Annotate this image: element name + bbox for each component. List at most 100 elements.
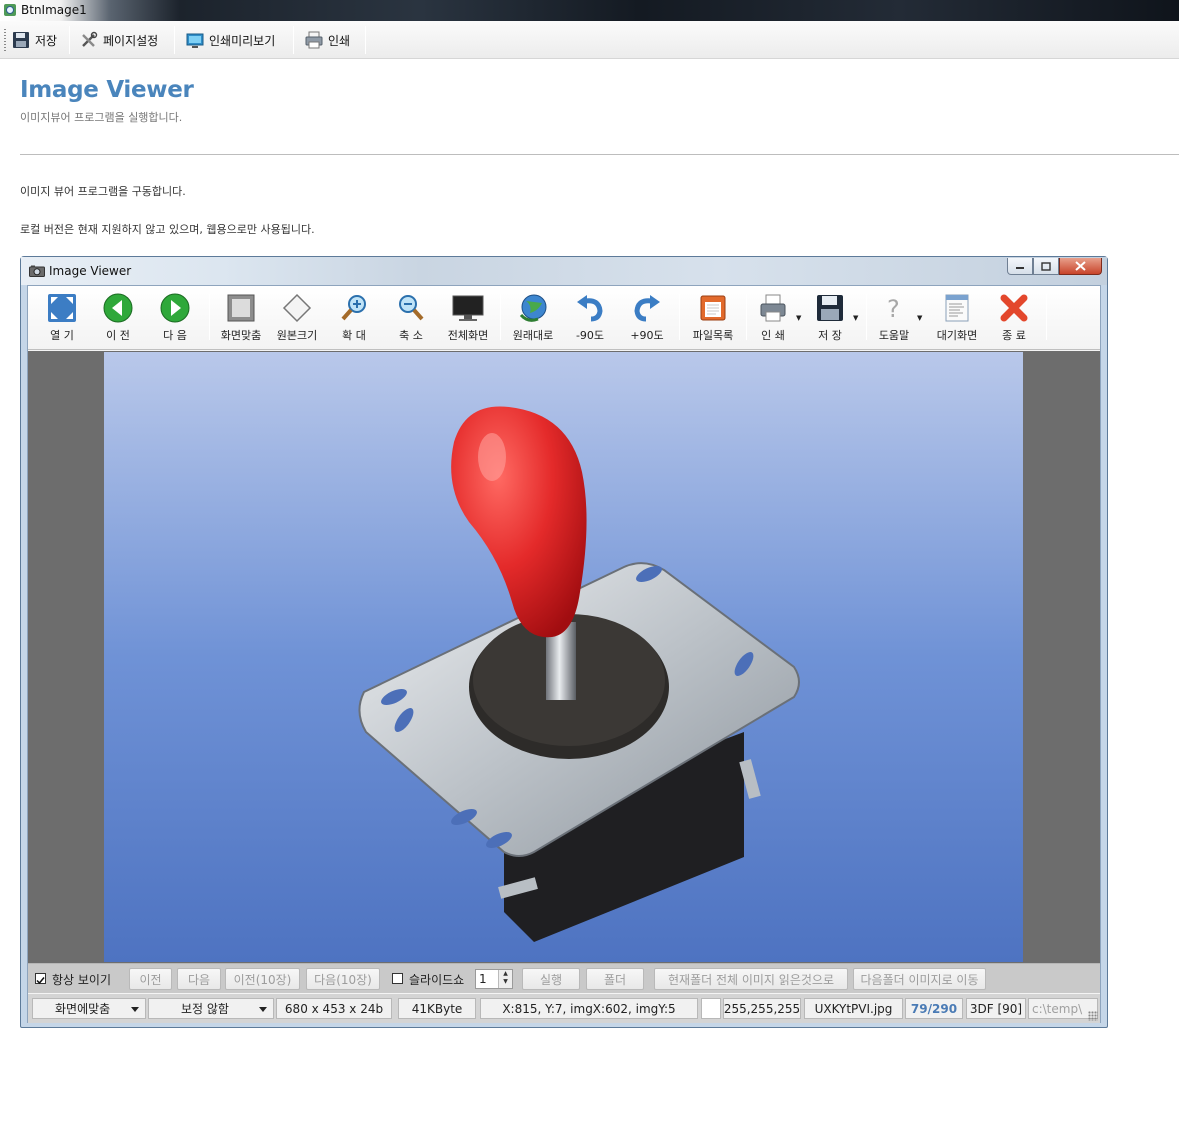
display-icon	[452, 292, 484, 324]
fit-icon	[225, 292, 257, 324]
window-controls	[1007, 258, 1102, 275]
zoom-out-button[interactable]: 축 소	[383, 292, 439, 344]
file-list-label: 파일목록	[692, 329, 734, 342]
monitor-icon	[186, 33, 204, 48]
rotate-left-icon	[574, 292, 606, 324]
original-label: 원본크기	[276, 329, 318, 342]
header-divider	[20, 154, 1179, 155]
toolbar-divider	[500, 294, 501, 340]
always-show-checkbox[interactable]	[35, 973, 46, 985]
always-show-label: 항상 보이기	[52, 973, 112, 987]
rotate-left-button[interactable]: -90도	[562, 292, 618, 344]
open-label: 열 기	[50, 329, 74, 342]
save-image-button[interactable]: 저 장	[802, 292, 858, 344]
expand-icon	[46, 292, 78, 324]
print-image-label: 인 쇄	[761, 329, 785, 342]
prev-label: 이 전	[106, 329, 130, 342]
color-swatch	[701, 998, 721, 1019]
slide-interval-spinner[interactable]: 1 ▲ ▼	[475, 969, 513, 989]
fullscreen-button[interactable]: 전체화면	[440, 292, 496, 344]
fit-mode-select[interactable]: 화면에맞춤	[32, 998, 146, 1019]
file-list-button[interactable]: 파일목록	[685, 292, 741, 344]
original-size-button[interactable]: 원본크기	[269, 292, 325, 344]
close-icon	[1075, 261, 1086, 271]
file-size: 41KByte	[398, 998, 476, 1019]
zoom-out-label: 축 소	[399, 329, 423, 342]
zoom-in-icon	[338, 292, 370, 324]
mark-all-read-button[interactable]: 현재폴더 전체 이미지 읽은것으로	[654, 968, 848, 990]
image-canvas[interactable]	[28, 351, 1100, 963]
slideshow-label: 슬라이드쇼	[409, 973, 465, 987]
viewer-body: 열 기 이 전 다 음 화면맞춤 원본크기 확 대 축 소 전체화면 원래대로 …	[27, 285, 1101, 1023]
print-label: 인쇄	[328, 33, 351, 48]
image-format: 3DF [90]	[966, 998, 1026, 1019]
cursor-coordinates: X:815, Y:7, imgX:602, imgY:5	[480, 998, 698, 1019]
diamond-icon	[281, 292, 313, 324]
exit-label: 종 료	[1002, 329, 1026, 342]
save-button[interactable]: 저장	[12, 28, 57, 52]
printer-icon	[305, 31, 323, 49]
next-button[interactable]: 다음	[177, 968, 221, 990]
viewer-status-bar: 화면에맞춤 보정 않함 680 x 453 x 24b 41KByte X:81…	[28, 994, 1100, 1023]
viewer-title: Image Viewer	[49, 264, 132, 278]
next-label: 다 음	[163, 329, 187, 342]
print-dropdown-arrow[interactable]: ▼	[796, 314, 801, 322]
page-setup-label: 페이지설정	[103, 33, 159, 48]
resize-grip[interactable]	[1088, 1011, 1098, 1021]
prev-button[interactable]: 이전	[129, 968, 172, 990]
page-setup-button[interactable]: 페이지설정	[80, 28, 158, 52]
maximize-button[interactable]	[1033, 258, 1059, 275]
toolbar-divider	[679, 294, 680, 340]
restore-label: 원래대로	[512, 329, 554, 342]
maximize-icon	[1041, 261, 1051, 271]
image-dimensions: 680 x 453 x 24b	[276, 998, 392, 1019]
exit-button[interactable]: 종 료	[986, 292, 1042, 344]
fit-screen-button[interactable]: 화면맞춤	[213, 292, 269, 344]
viewer-toolbar: 열 기 이 전 다 음 화면맞춤 원본크기 확 대 축 소 전체화면 원래대로 …	[28, 286, 1100, 350]
toolbar-divider	[69, 26, 70, 54]
slideshow-checkbox[interactable]	[392, 973, 403, 984]
file-name: UXKYtPVI.jpg	[804, 998, 903, 1019]
next-image-button[interactable]: 다 음	[147, 292, 203, 344]
image-viewer-window: Image Viewer 열 기 이 전 다 음 화면맞춤 원본크기 확 대 축…	[20, 256, 1108, 1028]
print-button[interactable]: 인쇄	[305, 28, 350, 52]
zoom-in-label: 확 대	[342, 329, 366, 342]
rotate-right-label: +90도	[630, 329, 664, 342]
correction-select[interactable]: 보정 않함	[148, 998, 274, 1019]
zoom-in-button[interactable]: 확 대	[326, 292, 382, 344]
help-button[interactable]: ? 도움말	[866, 292, 922, 344]
svg-text:?: ?	[887, 295, 900, 323]
minimize-button[interactable]	[1007, 258, 1033, 275]
folder-button[interactable]: 폴더	[586, 968, 644, 990]
rgb-value: 255,255,255	[723, 998, 801, 1019]
description-text: 이미지 뷰어 프로그램을 구동합니다.	[20, 185, 186, 198]
page-subtitle: 이미지뷰어 프로그램을 실행합니다.	[20, 111, 183, 124]
open-button[interactable]: 열 기	[34, 292, 90, 344]
prev-image-button[interactable]: 이 전	[90, 292, 146, 344]
viewer-controls-bar: 항상 보이기 이전 다음 이전(10장) 다음(10장) 슬라이드쇼 1 ▲ ▼ …	[28, 963, 1100, 993]
close-window-button[interactable]	[1059, 258, 1102, 275]
standby-screen-button[interactable]: 대기화면	[929, 292, 985, 344]
document-icon	[941, 292, 973, 324]
save-dropdown-arrow[interactable]: ▼	[853, 314, 858, 322]
run-button[interactable]: 실행	[522, 968, 580, 990]
zoom-out-icon	[395, 292, 427, 324]
help-dropdown-arrow[interactable]: ▼	[917, 314, 922, 322]
next-folder-button[interactable]: 다음폴더 이미지로 이동	[853, 968, 986, 990]
next10-button[interactable]: 다음(10장)	[306, 968, 380, 990]
prev10-button[interactable]: 이전(10장)	[225, 968, 300, 990]
page-toolbar: 저장 페이지설정 인쇄미리보기 인쇄	[0, 21, 1179, 59]
print-preview-button[interactable]: 인쇄미리보기	[186, 28, 275, 52]
window-titlebar: BtnImage1	[0, 0, 1179, 21]
globe-icon	[517, 292, 549, 324]
restore-button[interactable]: 원래대로	[505, 292, 561, 344]
print-image-button[interactable]: 인 쇄	[745, 292, 801, 344]
check-icon	[36, 977, 45, 985]
fit-label: 화면맞춤	[220, 329, 262, 342]
image-index: 79/290	[905, 998, 963, 1019]
toolbar-divider	[1046, 294, 1047, 340]
rotate-right-button[interactable]: +90도	[619, 292, 675, 344]
toolbar-divider	[365, 26, 366, 54]
toolbar-divider	[209, 294, 210, 340]
spinner-arrows[interactable]: ▲ ▼	[498, 970, 512, 988]
